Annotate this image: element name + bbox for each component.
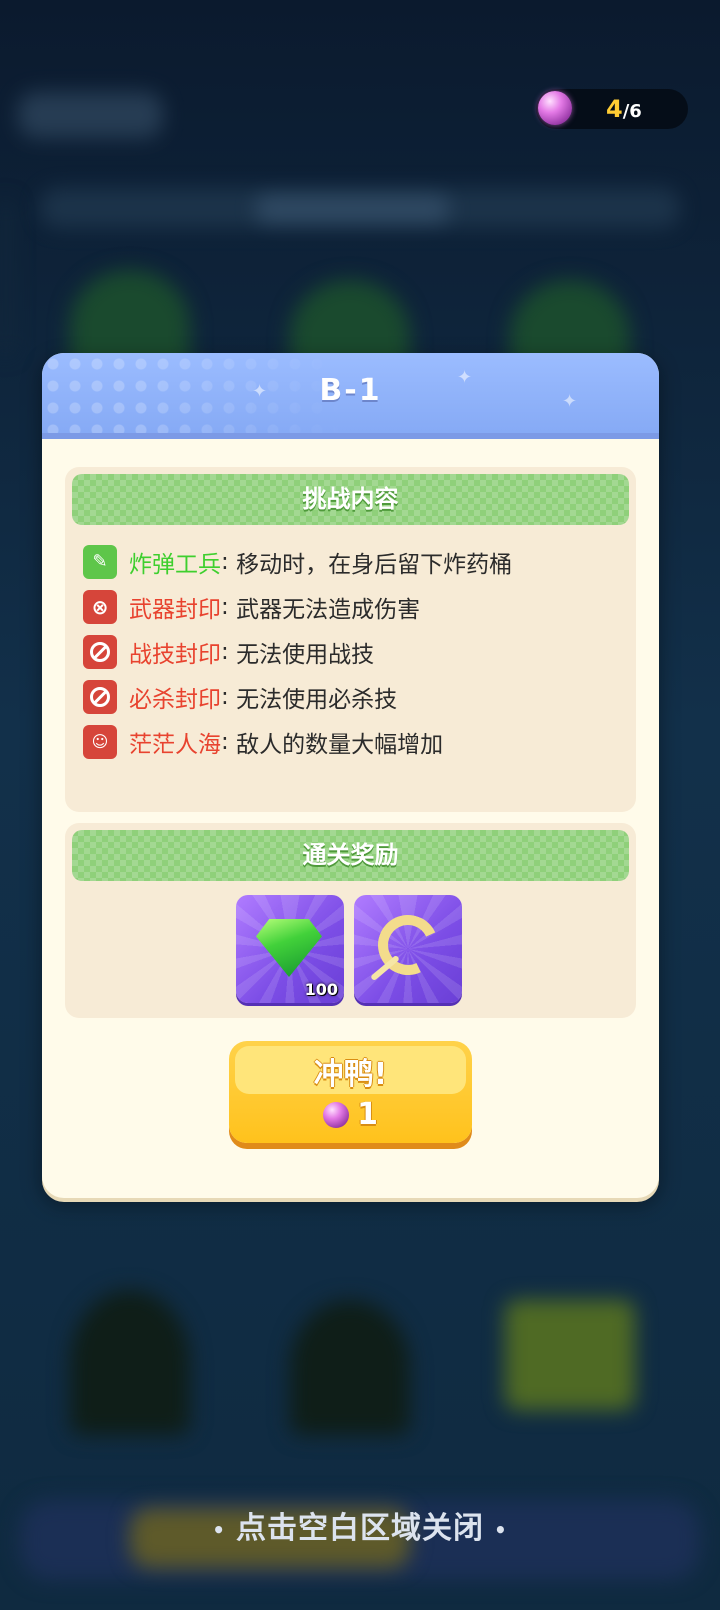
- close-hint[interactable]: • 点击空白区域关闭 •: [0, 1503, 720, 1547]
- challenge-heading: 挑战内容: [72, 474, 629, 525]
- modal-header: ✦ ✦ ✦ B-1: [42, 353, 659, 439]
- energy-counter[interactable]: 4/6: [536, 89, 688, 129]
- reward-section: 通关奖励 100: [65, 823, 636, 1018]
- energy-orb-icon: [323, 1101, 350, 1128]
- challenge-desc: 无法使用必杀技: [236, 686, 398, 713]
- energy-max: 6: [629, 101, 642, 122]
- bomb-engineer-icon: ✎: [83, 544, 117, 579]
- challenge-name: 战技封印: [129, 641, 221, 668]
- challenge-colon: :: [221, 593, 229, 620]
- challenge-name: 茫茫人海: [129, 731, 221, 758]
- reward-item-hook[interactable]: [354, 895, 462, 1003]
- challenge-item: ⊗ 武器封印: 武器无法造成伤害: [83, 584, 512, 629]
- stage-modal: ✦ ✦ ✦ B-1 挑战内容 ✎ 炸弹工兵: 移动时，在身后留下炸药桶 ⊗ 武器…: [42, 353, 659, 1198]
- energy-orb-icon: [538, 91, 572, 125]
- challenge-desc: 武器无法造成伤害: [236, 596, 421, 623]
- challenge-colon: :: [221, 548, 229, 575]
- challenge-desc: 无法使用战技: [236, 641, 375, 668]
- challenge-section: 挑战内容 ✎ 炸弹工兵: 移动时，在身后留下炸药桶 ⊗ 武器封印: 武器无法造成…: [65, 467, 636, 812]
- bg-left-edge: [0, 200, 12, 355]
- reward-item-gem[interactable]: 100: [236, 895, 344, 1003]
- challenge-colon: :: [221, 683, 229, 710]
- start-button-label: 冲鸭!: [313, 1057, 388, 1092]
- bullet-icon: •: [494, 1517, 508, 1542]
- start-button[interactable]: 冲鸭! 1: [229, 1041, 472, 1143]
- challenge-item: 必杀封印: 无法使用必杀技: [83, 674, 512, 719]
- challenge-item: 战技封印: 无法使用战技: [83, 629, 512, 674]
- crowd-icon: ☺: [83, 724, 117, 759]
- challenge-desc: 移动时，在身后留下炸药桶: [236, 551, 513, 578]
- bg-level-node: [70, 1290, 190, 1435]
- start-cost: 1: [229, 1097, 472, 1132]
- bg-level-node: [290, 1300, 410, 1435]
- skill-seal-icon: [83, 634, 117, 669]
- challenge-colon: :: [221, 728, 229, 755]
- close-hint-text: 点击空白区域关闭: [236, 1511, 484, 1546]
- bullet-icon: •: [212, 1517, 226, 1542]
- challenge-item: ☺ 茫茫人海: 敌人的数量大幅增加: [83, 719, 512, 764]
- challenge-colon: :: [221, 638, 229, 665]
- bg-bar-blur-inner: [255, 196, 450, 222]
- challenge-desc: 敌人的数量大幅增加: [236, 731, 444, 758]
- bg-title-blur: [18, 92, 163, 138]
- stage-title: B-1: [319, 373, 382, 408]
- challenge-item: ✎ 炸弹工兵: 移动时，在身后留下炸药桶: [83, 539, 512, 584]
- bg-chest: [505, 1300, 635, 1410]
- start-cost-value: 1: [357, 1097, 378, 1132]
- challenge-name: 武器封印: [129, 596, 221, 623]
- reward-heading: 通关奖励: [72, 830, 629, 881]
- reward-quantity: 100: [304, 980, 338, 999]
- energy-count: 4/6: [606, 95, 642, 123]
- challenge-name: 炸弹工兵: [129, 551, 221, 578]
- ultimate-seal-icon: [83, 679, 117, 714]
- energy-current: 4: [606, 95, 623, 123]
- challenge-name: 必杀封印: [129, 686, 221, 713]
- weapon-seal-icon: ⊗: [83, 589, 117, 624]
